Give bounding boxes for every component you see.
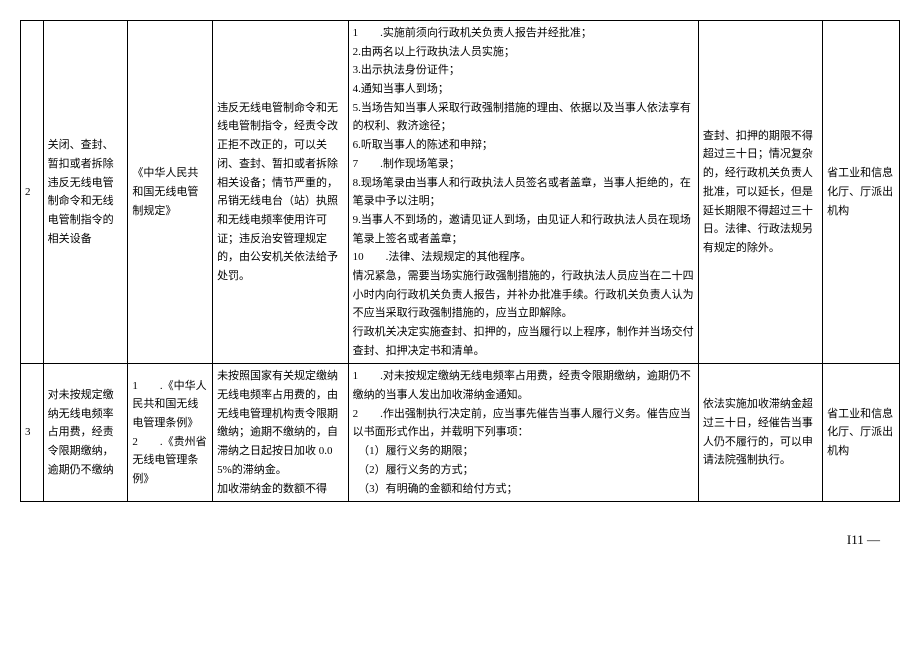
- row-title: 关闭、查封、暂扣或者拆除违反无线电管制命令和无线电管制指令的相关设备: [43, 21, 128, 364]
- row-limit: 依法实施加收滞纳金超过三十日，经催告当事人仍不履行的，可以申请法院强制执行。: [698, 364, 822, 502]
- row-basis: 《中华人民共和国无线电管制规定》: [128, 21, 213, 364]
- row-title: 对未按规定缴纳无线电频率占用费，经责令限期缴纳，逾期仍不缴纳: [43, 364, 128, 502]
- row-criteria: 违反无线电管制命令和无线电管制指令，经责令改正拒不改正的，可以关闭、查封、暂扣或…: [213, 21, 349, 364]
- table-row: 3对未按规定缴纳无线电频率占用费，经责令限期缴纳，逾期仍不缴纳1 .《中华人民共…: [21, 364, 900, 502]
- row-basis: 1 .《中华人民共和国无线电管理条例》2 .《贵州省无线电管理条例》: [128, 364, 213, 502]
- regulation-table: 2关闭、查封、暂扣或者拆除违反无线电管制命令和无线电管制指令的相关设备《中华人民…: [20, 20, 900, 502]
- row-number: 3: [21, 364, 44, 502]
- page-number: I11 —: [20, 532, 900, 548]
- row-criteria: 未按照国家有关规定缴纳无线电频率占用费的，由无线电管理机构责令限期缴纳；逾期不缴…: [213, 364, 349, 502]
- row-procedure: 1 .实施前须向行政机关负责人报告并经批准；2.由两名以上行政执法人员实施；3.…: [348, 21, 698, 364]
- row-number: 2: [21, 21, 44, 364]
- row-dept: 省工业和信息化厅、厅派出机构: [823, 364, 900, 502]
- row-dept: 省工业和信息化厅、厅派出机构: [823, 21, 900, 364]
- table-row: 2关闭、查封、暂扣或者拆除违反无线电管制命令和无线电管制指令的相关设备《中华人民…: [21, 21, 900, 364]
- row-procedure: 1 .对未按规定缴纳无线电频率占用费，经责令限期缴纳，逾期仍不缴纳的当事人发出加…: [348, 364, 698, 502]
- row-limit: 查封、扣押的期限不得超过三十日；情况复杂的，经行政机关负责人批准，可以延长，但是…: [698, 21, 822, 364]
